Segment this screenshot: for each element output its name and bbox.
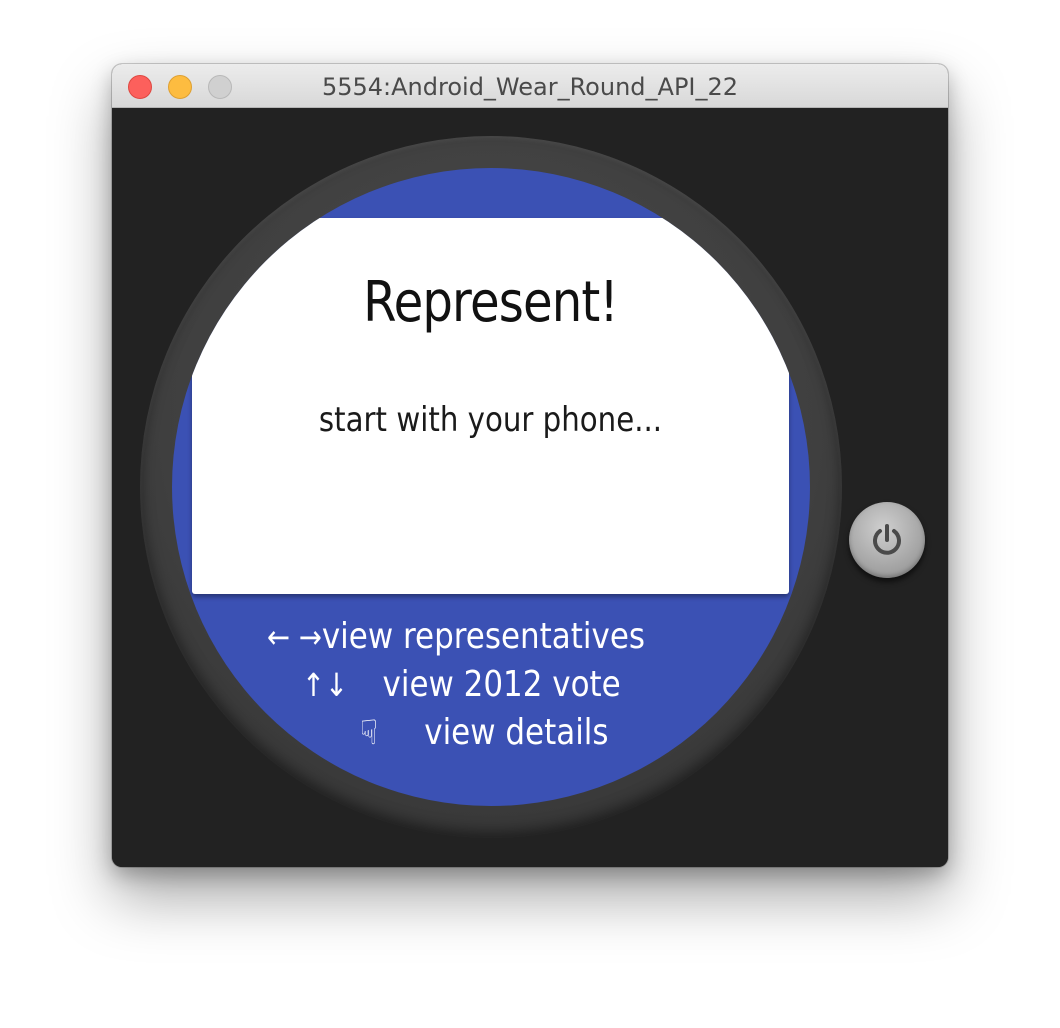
- hint-label: view 2012 vote: [382, 664, 621, 705]
- hint-view-vote: ↑↓ view 2012 vote: [302, 664, 621, 705]
- hint-label: view details: [424, 712, 609, 753]
- tap-finger-icon: ☟: [360, 713, 378, 753]
- left-right-arrows-icon: ← →: [267, 618, 322, 656]
- watch-bezel: Represent! start with your phone... ← →v…: [140, 136, 842, 838]
- emulator-content: Represent! start with your phone... ← →v…: [112, 108, 948, 867]
- hint-view-representatives: ← →view representatives: [267, 616, 645, 657]
- power-icon: [873, 524, 901, 555]
- window-title: 5554:Android_Wear_Round_API_22: [321, 73, 739, 101]
- hint-label: view representatives: [321, 616, 645, 657]
- title-bar[interactable]: 5554:Android_Wear_Round_API_22: [112, 64, 948, 108]
- watch-screen[interactable]: Represent! start with your phone... ← →v…: [172, 168, 810, 806]
- welcome-card[interactable]: Represent! start with your phone...: [192, 218, 789, 594]
- power-button[interactable]: [849, 502, 925, 578]
- up-down-arrows-icon: ↑↓: [302, 666, 349, 704]
- hint-view-details: ☟ view details: [360, 712, 609, 753]
- card-title: Represent!: [363, 270, 619, 335]
- emulator-window: 5554:Android_Wear_Round_API_22 Represent…: [112, 64, 948, 867]
- card-subtitle: start with your phone...: [318, 400, 663, 440]
